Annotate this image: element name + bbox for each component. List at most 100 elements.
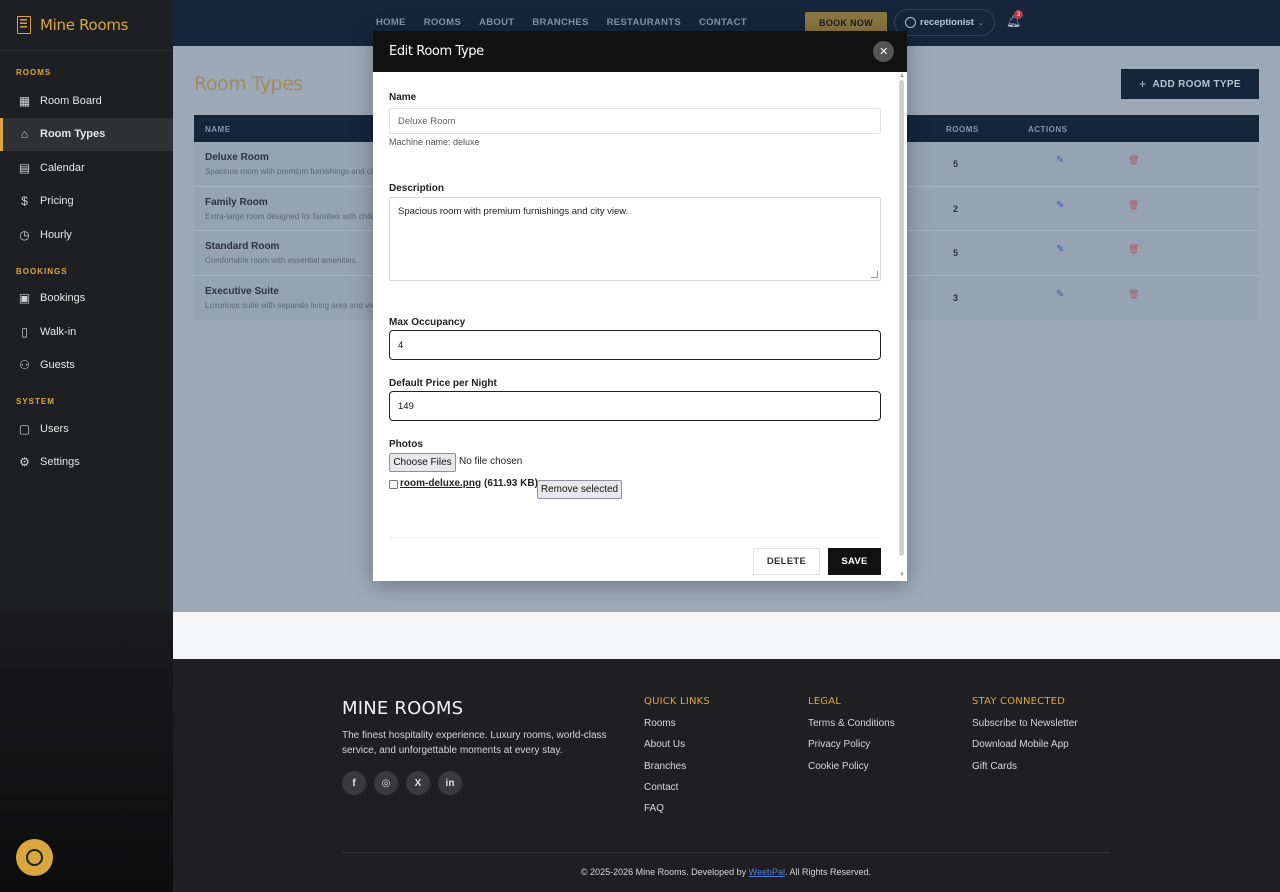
linkedin-icon[interactable]: in (438, 771, 462, 795)
user-icon (905, 17, 916, 28)
description-textarea[interactable]: Spacious room with premium furnishings a… (389, 197, 881, 281)
price-input[interactable]: 149 (389, 391, 881, 421)
sidebar-item-label: Bookings (40, 292, 86, 305)
instagram-icon[interactable]: ◎ (374, 771, 398, 795)
grid-icon: ▦ (18, 93, 31, 108)
trash-icon[interactable]: 🗑︎ (1128, 200, 1139, 211)
save-button[interactable]: SAVE (828, 548, 881, 575)
choose-files-button[interactable]: Choose Files (389, 453, 456, 472)
sidebar-item-label: Room Board (40, 94, 102, 107)
footer-link[interactable]: Rooms (644, 718, 710, 739)
max-occupancy-input[interactable]: 4 (389, 330, 881, 360)
footer-link[interactable]: FAQ (644, 803, 710, 824)
scroll-down-arrow[interactable]: ▼ (899, 572, 905, 578)
sidebar-item-room-types[interactable]: ⌂ Room Types (0, 117, 173, 151)
user-menu[interactable]: receptionist ⌄ (894, 9, 995, 36)
name-input[interactable]: Deluxe Room (389, 108, 881, 134)
sidebar: Mine Rooms ROOMS ▦ Room Board ⌂ Room Typ… (0, 0, 173, 612)
door-icon: ▯ (21, 324, 28, 339)
edit-icon[interactable]: ✎ (1056, 155, 1064, 166)
row-desc: Extra-large room designed for families w… (205, 211, 373, 221)
trash-icon[interactable]: 🗑︎ (1128, 155, 1139, 166)
row-rooms: 2 (953, 203, 959, 214)
footer-col-stay-connected: STAY CONNECTED Subscribe to Newsletter D… (972, 696, 1078, 782)
col-actions: ACTIONS (1028, 125, 1068, 134)
nav-link-about[interactable]: ABOUT (479, 17, 514, 28)
footer-description: The finest hospitality experience. Luxur… (342, 730, 607, 756)
footer-col-title: QUICK LINKS (644, 696, 710, 707)
assistant-button[interactable] (16, 839, 53, 876)
footer-link[interactable]: Contact (644, 782, 710, 803)
sidebar-item-label: Hourly (40, 228, 72, 241)
row-name: Executive Suite (205, 285, 279, 297)
sidebar-item-walk-in[interactable]: ▯ Walk-in (0, 315, 173, 349)
nav-link-contact[interactable]: CONTACT (699, 17, 747, 28)
sidebar-item-bookings[interactable]: ▣ Bookings (0, 282, 173, 316)
footer-divider (342, 852, 1110, 853)
row-name: Deluxe Room (205, 152, 269, 163)
sidebar-item-label: Pricing (40, 195, 74, 208)
sidebar-item-settings[interactable]: ⚙ Settings (0, 446, 173, 480)
brand[interactable]: Mine Rooms (0, 0, 173, 51)
page-title: Room Types (194, 73, 303, 95)
footer-link[interactable]: About Us (644, 739, 710, 760)
remove-selected-button[interactable]: Remove selected (537, 480, 622, 499)
dollar-icon: $ (21, 194, 28, 209)
calendar-icon: ▤ (18, 160, 31, 175)
home-icon: ⌂ (20, 127, 29, 142)
users-icon: ⚇ (19, 358, 30, 373)
footer-link[interactable]: Terms & Conditions (808, 718, 895, 739)
max-occupancy-label: Max Occupancy (389, 317, 466, 328)
footer-link[interactable]: Privacy Policy (808, 739, 895, 760)
description-label: Description (389, 183, 445, 194)
user-name: receptionist (920, 17, 974, 28)
sidebar-item-guests[interactable]: ⚇ Guests (0, 349, 173, 383)
photo-file-link[interactable]: room-deluxe.png (400, 478, 481, 489)
edit-icon[interactable]: ✎ (1056, 289, 1064, 300)
sidebar-item-calendar[interactable]: ▤ Calendar (0, 151, 173, 185)
row-desc: Luxurious suite with separate living are… (205, 300, 373, 310)
footer-col-title: LEGAL (808, 696, 842, 707)
delete-button[interactable]: DELETE (753, 548, 820, 575)
copyright: © 2025-2026 Mine Rooms. Developed by Wee… (580, 867, 872, 877)
footer-col-quick-links: QUICK LINKS Rooms About Us Branches Cont… (644, 696, 710, 824)
footer-link[interactable]: Gift Cards (972, 761, 1078, 782)
machine-name-hint: Machine name: deluxe (389, 137, 480, 147)
edit-icon[interactable]: ✎ (1056, 200, 1064, 211)
clock-icon: ◷ (19, 227, 30, 242)
x-icon[interactable]: X (406, 771, 430, 795)
sidebar-item-label: Users (40, 422, 69, 435)
name-label: Name (389, 92, 417, 103)
developer-link[interactable]: WeebPal (749, 867, 785, 877)
trash-icon[interactable]: 🗑︎ (1128, 244, 1139, 255)
sidebar-item-users[interactable]: ▢ Users (0, 412, 173, 446)
nav-link-rooms[interactable]: ROOMS (424, 17, 461, 28)
nav-link-home[interactable]: HOME (376, 17, 406, 28)
photo-checkbox[interactable] (389, 480, 398, 489)
close-icon[interactable]: ✕ (873, 41, 894, 62)
modal-scrollbar[interactable] (899, 80, 904, 556)
modal-header: Edit Room Type ✕ (373, 31, 907, 72)
sidebar-item-label: Settings (40, 456, 80, 469)
nav-link-branches[interactable]: BRANCHES (532, 17, 588, 28)
add-room-type-button[interactable]: + ADD ROOM TYPE (1121, 69, 1259, 99)
building-icon (17, 16, 31, 34)
gear-icon: ⚙ (19, 455, 30, 470)
facebook-icon[interactable]: f (342, 771, 366, 795)
footer-link[interactable]: Branches (644, 761, 710, 782)
sidebar-item-pricing[interactable]: $ Pricing (0, 185, 173, 219)
sidebar-bottom (0, 612, 173, 892)
section-rooms: ROOMS (16, 68, 52, 77)
nav-link-restaurants[interactable]: RESTAURANTS (607, 17, 681, 28)
sidebar-item-hourly[interactable]: ◷ Hourly (0, 218, 173, 252)
modal-divider (389, 537, 881, 538)
scroll-up-arrow[interactable]: ▲ (899, 73, 905, 79)
footer-link[interactable]: Subscribe to Newsletter (972, 718, 1078, 739)
edit-icon[interactable]: ✎ (1056, 244, 1064, 255)
row-desc: Comfortable room with essential amenitie… (205, 256, 358, 265)
sidebar-item-room-board[interactable]: ▦ Room Board (0, 84, 173, 118)
footer-link[interactable]: Cookie Policy (808, 761, 895, 782)
footer-link[interactable]: Download Mobile App (972, 739, 1078, 760)
trash-icon[interactable]: 🗑︎ (1128, 289, 1139, 300)
footer-brand: MINE ROOMS (342, 698, 464, 719)
